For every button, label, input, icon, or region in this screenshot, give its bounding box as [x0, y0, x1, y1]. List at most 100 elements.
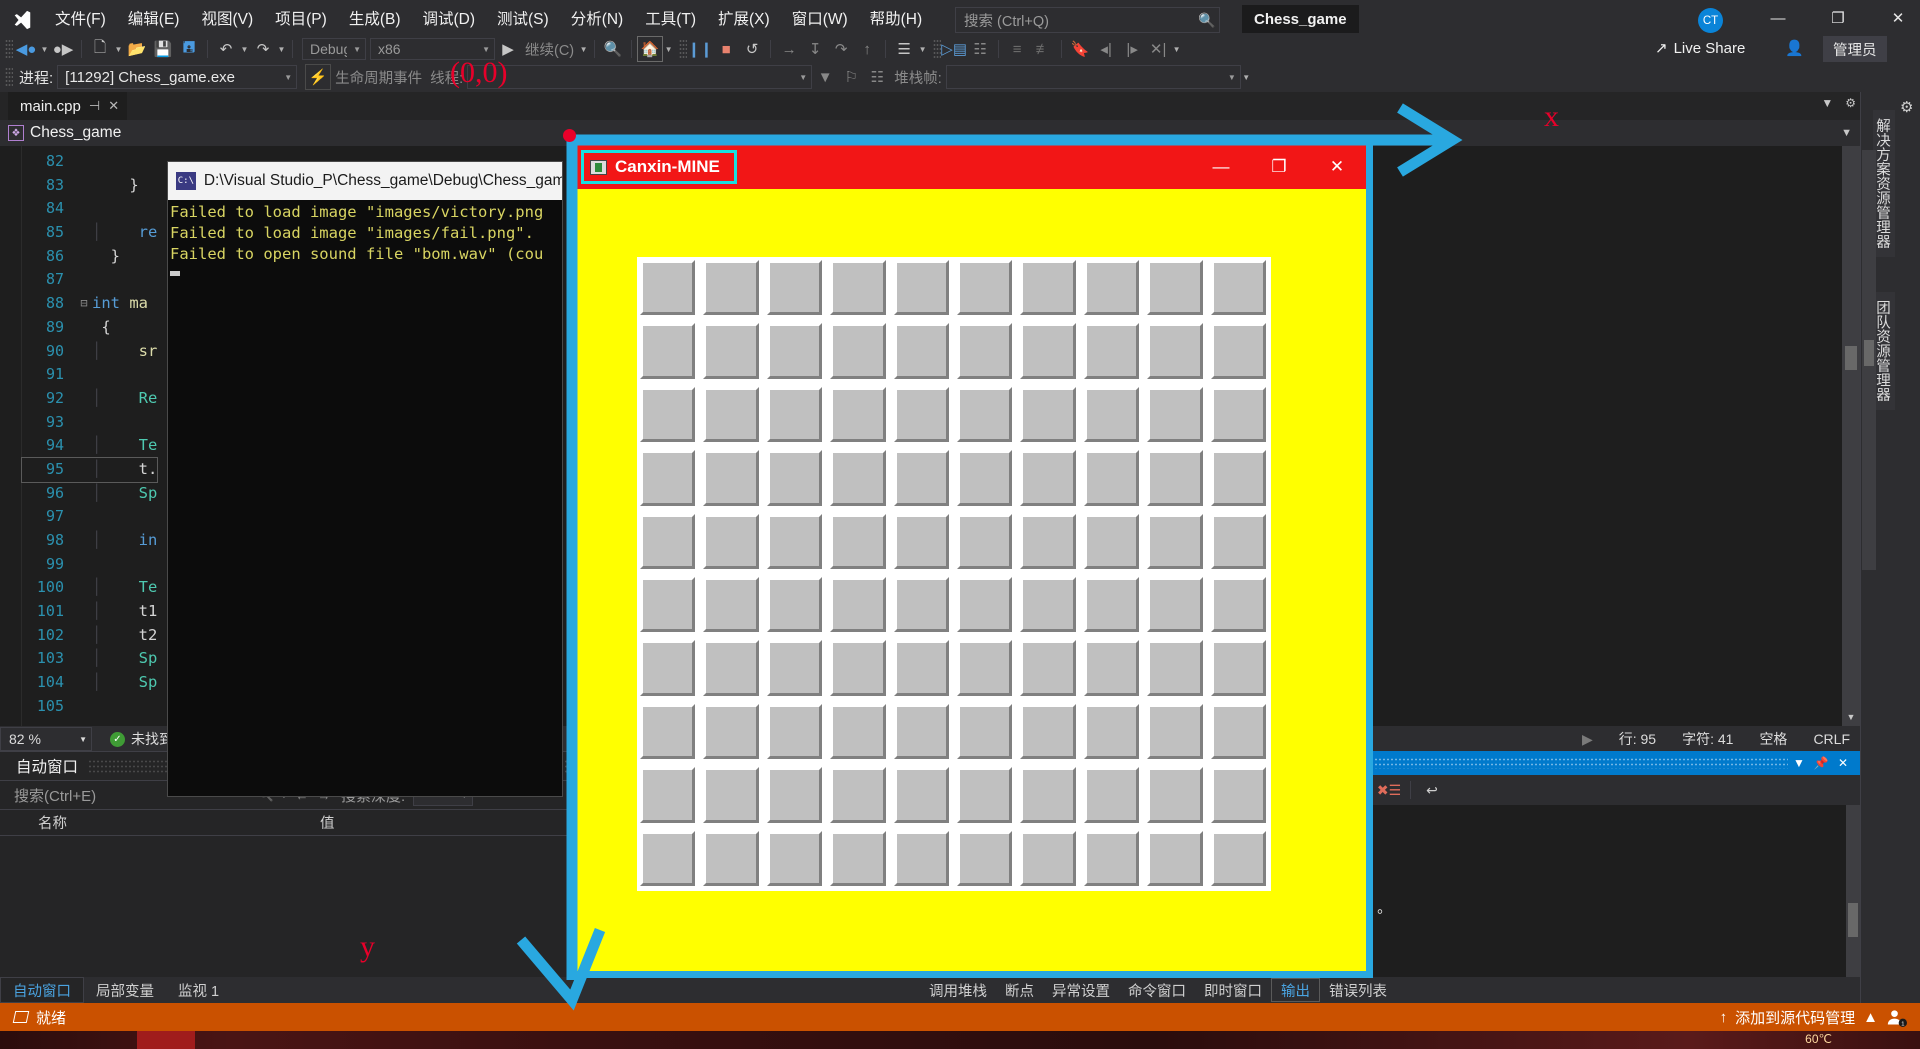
- mine-cell[interactable]: [957, 450, 1013, 506]
- breadcrumb-chevron-down-icon[interactable]: ▼: [1841, 127, 1860, 139]
- code-line[interactable]: 97: [22, 505, 157, 529]
- minesweeper-title-bar[interactable]: Canxin-MINE — ❐ ✕: [575, 145, 1366, 189]
- mine-cell[interactable]: [830, 513, 886, 569]
- search-icon[interactable]: 🔍: [1195, 12, 1219, 29]
- mine-cell[interactable]: [957, 703, 1013, 760]
- code-line[interactable]: 103 │ Sp: [22, 647, 157, 671]
- windows-taskbar[interactable]: 60℃: [0, 1031, 1920, 1049]
- mine-cell[interactable]: [703, 577, 759, 633]
- code-line[interactable]: 105: [22, 695, 157, 719]
- mine-cell[interactable]: [830, 323, 886, 379]
- mine-cell[interactable]: [766, 703, 823, 760]
- mine-cell[interactable]: [957, 767, 1013, 823]
- step-out-icon[interactable]: ↷: [828, 36, 854, 62]
- stackframe-combo[interactable]: ▼: [945, 65, 1241, 89]
- mine-cell[interactable]: [640, 577, 696, 633]
- mine-cell[interactable]: [893, 513, 949, 569]
- mine-cell[interactable]: [640, 703, 696, 760]
- start-debug-icon[interactable]: ▶: [495, 36, 521, 62]
- step-into-icon[interactable]: ↧: [802, 36, 828, 62]
- minesweeper-board[interactable]: [637, 257, 1271, 891]
- mine-cell[interactable]: [1210, 260, 1266, 316]
- mine-cell[interactable]: [703, 323, 759, 379]
- mine-cell[interactable]: [893, 767, 949, 823]
- mine-cell[interactable]: [830, 830, 886, 886]
- editor-settings-gear-icon[interactable]: ⚙: [1845, 96, 1856, 110]
- code-line[interactable]: 91: [22, 363, 157, 387]
- mine-cell[interactable]: [830, 703, 886, 760]
- window-close-button[interactable]: ✕: [1875, 0, 1920, 36]
- show-threads-icon[interactable]: ☷: [864, 64, 890, 90]
- procrow-grip[interactable]: [5, 67, 13, 87]
- mine-cell[interactable]: [766, 323, 823, 379]
- bookmark-overflow-caret-icon[interactable]: ▼: [1171, 45, 1182, 54]
- process-combo[interactable]: [11292] Chess_game.exe ▼: [57, 65, 298, 89]
- upload-icon[interactable]: ↑: [1720, 1009, 1728, 1026]
- code-line[interactable]: 98 │ in: [22, 529, 157, 553]
- close-icon[interactable]: ✕: [108, 98, 119, 114]
- editor-scroll-thumb[interactable]: [1845, 346, 1857, 370]
- mine-cell[interactable]: [1210, 830, 1266, 886]
- code-line[interactable]: 90 │ sr: [22, 340, 157, 364]
- mine-cell[interactable]: [957, 323, 1013, 379]
- mine-cell[interactable]: [703, 703, 759, 760]
- tab-watch-1[interactable]: 监视 1: [166, 977, 231, 1003]
- mine-cell[interactable]: [1020, 450, 1076, 506]
- lifecycle-events-icon[interactable]: ⚡: [305, 64, 332, 90]
- mine-cell[interactable]: [893, 450, 949, 506]
- navigate-back-icon[interactable]: ◀●: [13, 36, 39, 62]
- mine-cell[interactable]: [1083, 577, 1140, 633]
- tab-autos[interactable]: 自动窗口: [0, 977, 84, 1003]
- mine-cell[interactable]: [893, 260, 949, 316]
- redo-caret-icon[interactable]: ▼: [276, 45, 287, 54]
- breadcrumb-project[interactable]: Chess_game: [30, 124, 121, 142]
- code-line[interactable]: 96 │ Sp: [22, 482, 157, 506]
- mine-cell[interactable]: [1083, 703, 1140, 760]
- save-icon[interactable]: 💾: [150, 36, 176, 62]
- mine-cell[interactable]: [640, 640, 696, 696]
- compare-icon[interactable]: ☷: [967, 36, 993, 62]
- mine-cell[interactable]: [1020, 640, 1076, 696]
- mine-cell[interactable]: [1147, 577, 1203, 633]
- code-line[interactable]: 94 │ Te: [22, 434, 157, 458]
- code-line[interactable]: 93: [22, 411, 157, 435]
- flag-threads-icon[interactable]: ⚐: [838, 64, 864, 90]
- indentation-label[interactable]: 空格: [1759, 729, 1787, 749]
- line-ending-label[interactable]: CRLF: [1813, 731, 1850, 747]
- mine-cell[interactable]: [893, 703, 949, 760]
- new-item-caret-icon[interactable]: ▼: [113, 45, 124, 54]
- outdent-icon[interactable]: ≢: [1030, 36, 1056, 62]
- mine-cell[interactable]: [766, 450, 823, 506]
- mine-cell[interactable]: [703, 513, 759, 569]
- solution-platform-combo[interactable]: x86 ▼: [370, 38, 495, 60]
- mine-cell[interactable]: [1147, 640, 1203, 696]
- mine-cell[interactable]: [1210, 450, 1266, 506]
- zoom-chevron-down-icon[interactable]: ▼: [79, 735, 87, 744]
- mine-cell[interactable]: [1210, 577, 1266, 633]
- restart-icon[interactable]: ↺: [739, 36, 765, 62]
- mine-cell[interactable]: [766, 260, 823, 316]
- mine-cell[interactable]: [703, 830, 759, 886]
- thread-combo[interactable]: ▼: [467, 65, 813, 89]
- mine-cell[interactable]: [957, 386, 1013, 443]
- code-line[interactable]: 100 │ Te: [22, 576, 157, 600]
- quick-launch-search[interactable]: 搜索 (Ctrl+Q) 🔍: [955, 7, 1220, 33]
- tool-options-gear-icon[interactable]: ⚙: [1900, 98, 1913, 116]
- mine-cell[interactable]: [1147, 830, 1203, 886]
- mine-cell[interactable]: [957, 830, 1013, 886]
- code-line[interactable]: 88 ⊟ int ma: [22, 292, 157, 316]
- mine-cell[interactable]: [830, 386, 886, 443]
- new-item-icon[interactable]: 🗋: [87, 36, 113, 62]
- minesweeper-minimize-button[interactable]: —: [1192, 145, 1250, 189]
- mine-cell[interactable]: [1083, 767, 1140, 823]
- open-file-icon[interactable]: 📂: [124, 36, 150, 62]
- mine-cell[interactable]: [1147, 450, 1203, 506]
- bookmark-icon[interactable]: 🔖: [1067, 36, 1093, 62]
- mine-cell[interactable]: [766, 767, 823, 823]
- code-line[interactable]: 92 │ Re: [22, 387, 157, 411]
- code-line[interactable]: 86 }: [22, 245, 157, 269]
- mine-cell[interactable]: [766, 386, 823, 443]
- output-chevron-down-icon[interactable]: ▼: [1788, 756, 1810, 770]
- pin-icon[interactable]: ⊣: [89, 98, 100, 114]
- right-dock-scrollbar[interactable]: [1862, 150, 1876, 570]
